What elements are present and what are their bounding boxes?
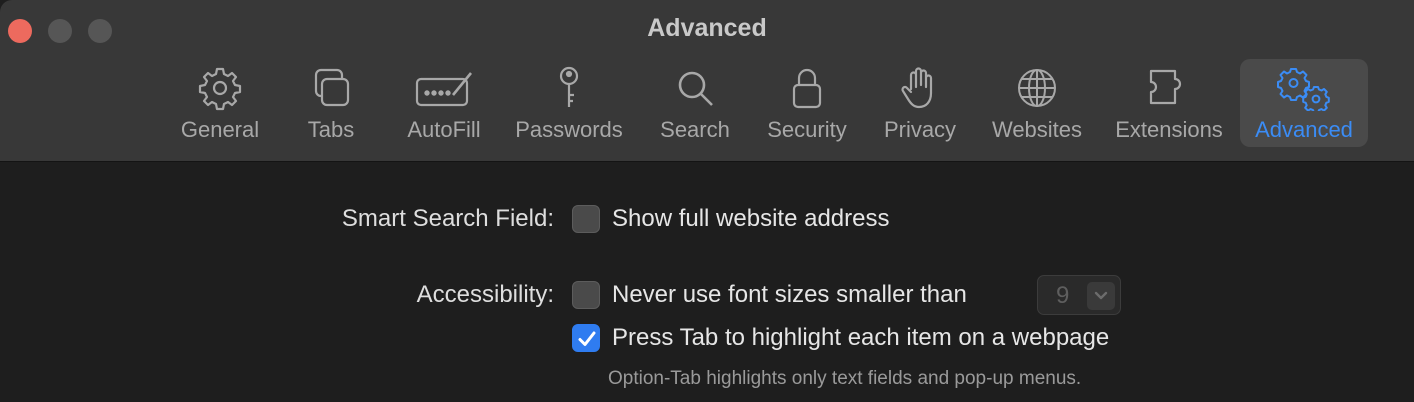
hand-icon: [901, 67, 933, 109]
chevron-down-icon: [1087, 282, 1115, 310]
toolbar-tab-security[interactable]: Security: [762, 59, 852, 147]
toolbar-tab-label: Passwords: [515, 117, 623, 142]
key-icon: [559, 66, 579, 107]
option-tab-hint: Option-Tab highlights only text fields a…: [608, 368, 1082, 389]
toolbar-tab-passwords[interactable]: Passwords: [511, 59, 627, 147]
toolbar-tab-extensions[interactable]: Extensions: [1110, 59, 1228, 147]
toolbar-tab-advanced[interactable]: Advanced: [1240, 59, 1368, 147]
toolbar-tab-label: Search: [660, 117, 730, 142]
tabs-icon: [314, 68, 350, 107]
keyboard-pen-icon: [415, 72, 473, 107]
min-font-size-checkbox[interactable]: [572, 281, 600, 309]
show-full-address-label[interactable]: Show full website address: [612, 205, 889, 233]
preferences-window: Advanced General Tabs AutoFill Passwords…: [0, 0, 1414, 402]
toolbar-tab-privacy[interactable]: Privacy: [878, 59, 962, 147]
show-full-address-checkbox[interactable]: [572, 205, 600, 233]
toolbar-tab-label: Advanced: [1255, 117, 1353, 142]
toolbar-tab-label: Privacy: [883, 117, 957, 142]
titlebar: Advanced General Tabs AutoFill Passwords…: [0, 0, 1414, 162]
toolbar-tab-label: Websites: [991, 117, 1083, 142]
lock-icon: [792, 68, 822, 109]
toolbar-tab-label: AutoFill: [407, 117, 481, 142]
min-font-size-value: 9: [1056, 282, 1070, 309]
toolbar-tab-label: Extensions: [1115, 117, 1223, 142]
gear-icon: [198, 67, 242, 111]
puzzle-icon: [1149, 69, 1182, 105]
checkmark-icon: [578, 331, 596, 346]
toolbar-tab-label: Security: [767, 117, 847, 142]
toolbar-tab-websites[interactable]: Websites: [986, 59, 1088, 147]
smart-search-field-label: Smart Search Field:: [341, 205, 554, 232]
globe-icon: [1018, 69, 1056, 107]
magnifier-icon: [678, 71, 713, 106]
advanced-settings-pane: Smart Search Field: Show full website ad…: [0, 163, 1414, 402]
toolbar-tab-label: General: [180, 117, 260, 142]
toolbar-tab-tabs[interactable]: Tabs: [298, 59, 364, 147]
window-title: Advanced: [647, 14, 767, 42]
min-font-size-label[interactable]: Never use font sizes smaller than: [612, 281, 967, 309]
toolbar-tab-label: Tabs: [307, 117, 355, 142]
press-tab-highlight-checkbox[interactable]: [572, 324, 600, 352]
min-font-size-select[interactable]: 9: [1037, 275, 1121, 315]
gears-icon: [1277, 68, 1330, 111]
toolbar-tab-autofill[interactable]: AutoFill: [402, 59, 486, 147]
toolbar-tab-search[interactable]: Search: [655, 59, 735, 147]
press-tab-highlight-label[interactable]: Press Tab to highlight each item on a we…: [612, 324, 1109, 352]
accessibility-label: Accessibility:: [416, 281, 554, 308]
toolbar-tab-general[interactable]: General: [176, 59, 264, 147]
